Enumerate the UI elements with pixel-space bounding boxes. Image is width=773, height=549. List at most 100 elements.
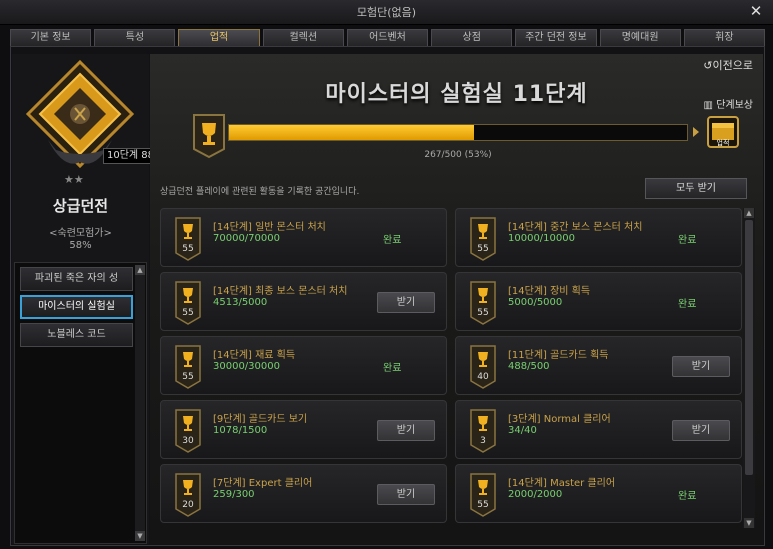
trophy-icon: [193, 114, 225, 159]
reward-label-text: 단계보상: [716, 100, 753, 111]
window-titlebar: 모험단(없음) ✕: [0, 0, 773, 25]
achievement-card: 30 [9단계] 골드카드 보기 1078/1500 받기: [160, 400, 447, 459]
stage-progress-bar: [228, 124, 688, 141]
gift-icon: ▥: [703, 100, 717, 111]
achievement-progress: 10000/10000: [508, 233, 575, 244]
achievement-level: 40: [477, 372, 489, 382]
scroll-up-icon[interactable]: ▲: [135, 265, 145, 275]
achievement-name: [3단계] Normal 클리어: [508, 414, 611, 425]
sidebar-item-0[interactable]: 파괴된 죽은 자의 성: [20, 267, 133, 291]
tab-bar: 기본 정보 특성 업적 컬렉션 어드벤처 상점 주간 던전 정보 명예대원 휘장: [10, 29, 765, 46]
achievement-progress: 70000/70000: [213, 233, 280, 244]
sidebar-item-1[interactable]: 마이스터의 실험실: [20, 295, 133, 319]
progress-arrow-icon: [693, 127, 699, 137]
scroll-thumb[interactable]: [745, 220, 753, 475]
trophy-icon: 55: [175, 345, 201, 389]
tab-8[interactable]: 휘장: [683, 29, 765, 46]
window-title: 모험단(없음): [356, 6, 417, 19]
complete-status: 완료: [678, 235, 697, 246]
achievement-progress: 2000/2000: [508, 489, 563, 500]
achievement-progress: 259/300: [213, 489, 255, 500]
claim-button[interactable]: 받기: [377, 292, 435, 313]
complete-status: 완료: [383, 235, 402, 246]
tab-0[interactable]: 기본 정보: [10, 29, 92, 46]
achievement-progress: 34/40: [508, 425, 537, 436]
achievement-level: 55: [182, 372, 193, 382]
achievement-name: [14단계] Master 클리어: [508, 478, 616, 489]
treasure-chest-icon[interactable]: 업적: [707, 116, 739, 148]
achievement-level: 20: [182, 500, 194, 510]
achievement-card: 55 [14단계] 장비 획득 5000/5000 완료: [455, 272, 742, 331]
achievement-level: 55: [477, 500, 488, 510]
sidebar-item-2[interactable]: 노블레스 코드: [20, 323, 133, 347]
scroll-up-icon[interactable]: ▲: [744, 208, 754, 218]
tab-1[interactable]: 특성: [94, 29, 176, 46]
chest-label: 업적: [717, 138, 730, 147]
svg-text:★★: ★★: [64, 173, 84, 186]
achievement-name: [14단계] 최종 보스 몬스터 처치: [213, 286, 348, 297]
back-button[interactable]: ↺이전으로: [703, 57, 753, 73]
sidebar-scrollbar[interactable]: ▲ ▼: [135, 265, 145, 541]
achievement-progress: 1078/1500: [213, 425, 268, 436]
achievement-scrollbar[interactable]: ▲ ▼: [743, 208, 755, 528]
trophy-icon: 55: [470, 217, 496, 261]
achievement-card: 55 [14단계] 최종 보스 몬스터 처치 4513/5000 받기: [160, 272, 447, 331]
category-rank: <숙련모험가>: [49, 228, 112, 239]
achievement-progress: 30000/30000: [213, 361, 280, 372]
trophy-icon: 3: [470, 409, 496, 453]
claim-button[interactable]: 받기: [672, 420, 730, 441]
complete-status: 완료: [678, 299, 697, 310]
complete-status: 완료: [383, 363, 402, 374]
achievement-level: 55: [477, 244, 488, 254]
achievement-progress: 5000/5000: [508, 297, 563, 308]
progress-text: 267/500 (53%): [424, 150, 492, 160]
panel-description: 상급던전 플레이에 관련된 활동을 기록한 공간입니다.: [160, 187, 360, 197]
tab-7[interactable]: 명예대원: [599, 29, 681, 46]
tab-2[interactable]: 업적: [178, 29, 260, 46]
scroll-down-icon[interactable]: ▼: [135, 531, 145, 541]
close-icon[interactable]: ✕: [747, 2, 765, 20]
achievement-card: 20 [7단계] Expert 클리어 259/300 받기: [160, 464, 447, 523]
back-arrow-icon: ↺: [703, 59, 713, 72]
achievement-name: [14단계] 장비 획득: [508, 286, 591, 297]
tab-3[interactable]: 컬렉션: [262, 29, 344, 46]
category-name: 상급던전: [52, 197, 109, 215]
achievement-level: 30: [182, 436, 194, 446]
achievement-card: 40 [11단계] 골드카드 획득 488/500 받기: [455, 336, 742, 395]
achievement-card: 55 [14단계] Master 클리어 2000/2000 완료: [455, 464, 742, 523]
claim-button[interactable]: 받기: [377, 484, 435, 505]
achievement-level: 3: [480, 436, 486, 446]
achievement-level: 55: [477, 308, 488, 318]
category-percent: 58%: [69, 240, 92, 251]
achievement-level: 55: [182, 244, 193, 254]
trophy-icon: 20: [175, 473, 201, 517]
achievement-list: 55 [14단계] 일반 몬스터 처치 70000/70000 완료 55 [14단계] …: [157, 205, 757, 544]
trophy-icon: 30: [175, 409, 201, 453]
scroll-down-icon[interactable]: ▼: [744, 518, 754, 528]
achievement-progress: 488/500: [508, 361, 550, 372]
trophy-icon: 55: [470, 281, 496, 325]
tab-5[interactable]: 상점: [431, 29, 513, 46]
tab-4[interactable]: 어드벤처: [346, 29, 429, 46]
achievement-name: [14단계] 중간 보스 몬스터 처치: [508, 222, 643, 233]
achievement-card: 55 [14단계] 일반 몬스터 처치 70000/70000 완료: [160, 208, 447, 267]
page-title: 마이스터의 실험실 11단계: [325, 82, 588, 107]
claim-all-button[interactable]: 모두 받기: [645, 178, 747, 199]
stage-reward-label[interactable]: ▥ 단계보상: [704, 96, 753, 111]
dungeon-list: ▲ ▼ 파괴된 죽은 자의 성마이스터의 실험실노블레스 코드: [14, 262, 147, 544]
complete-status: 완료: [678, 491, 697, 502]
achievement-level: 55: [182, 308, 193, 318]
tab-6[interactable]: 주간 던전 정보: [515, 29, 597, 46]
achievement-name: [9단계] 골드카드 보기: [213, 414, 308, 425]
achievement-name: [14단계] 일반 몬스터 처치: [213, 222, 326, 233]
back-label: 이전으로: [712, 59, 753, 72]
trophy-icon: 55: [175, 281, 201, 325]
achievement-progress: 4513/5000: [213, 297, 268, 308]
achievement-card: 3 [3단계] Normal 클리어 34/40 받기: [455, 400, 742, 459]
claim-button[interactable]: 받기: [377, 420, 435, 441]
achievement-name: [11단계] 골드카드 획득: [508, 350, 609, 361]
achievement-name: [14단계] 재료 획득: [213, 350, 296, 361]
claim-button[interactable]: 받기: [672, 356, 730, 377]
achievement-name: [7단계] Expert 클리어: [213, 478, 313, 489]
achievement-card: 55 [14단계] 중간 보스 몬스터 처치 10000/10000 완료: [455, 208, 742, 267]
